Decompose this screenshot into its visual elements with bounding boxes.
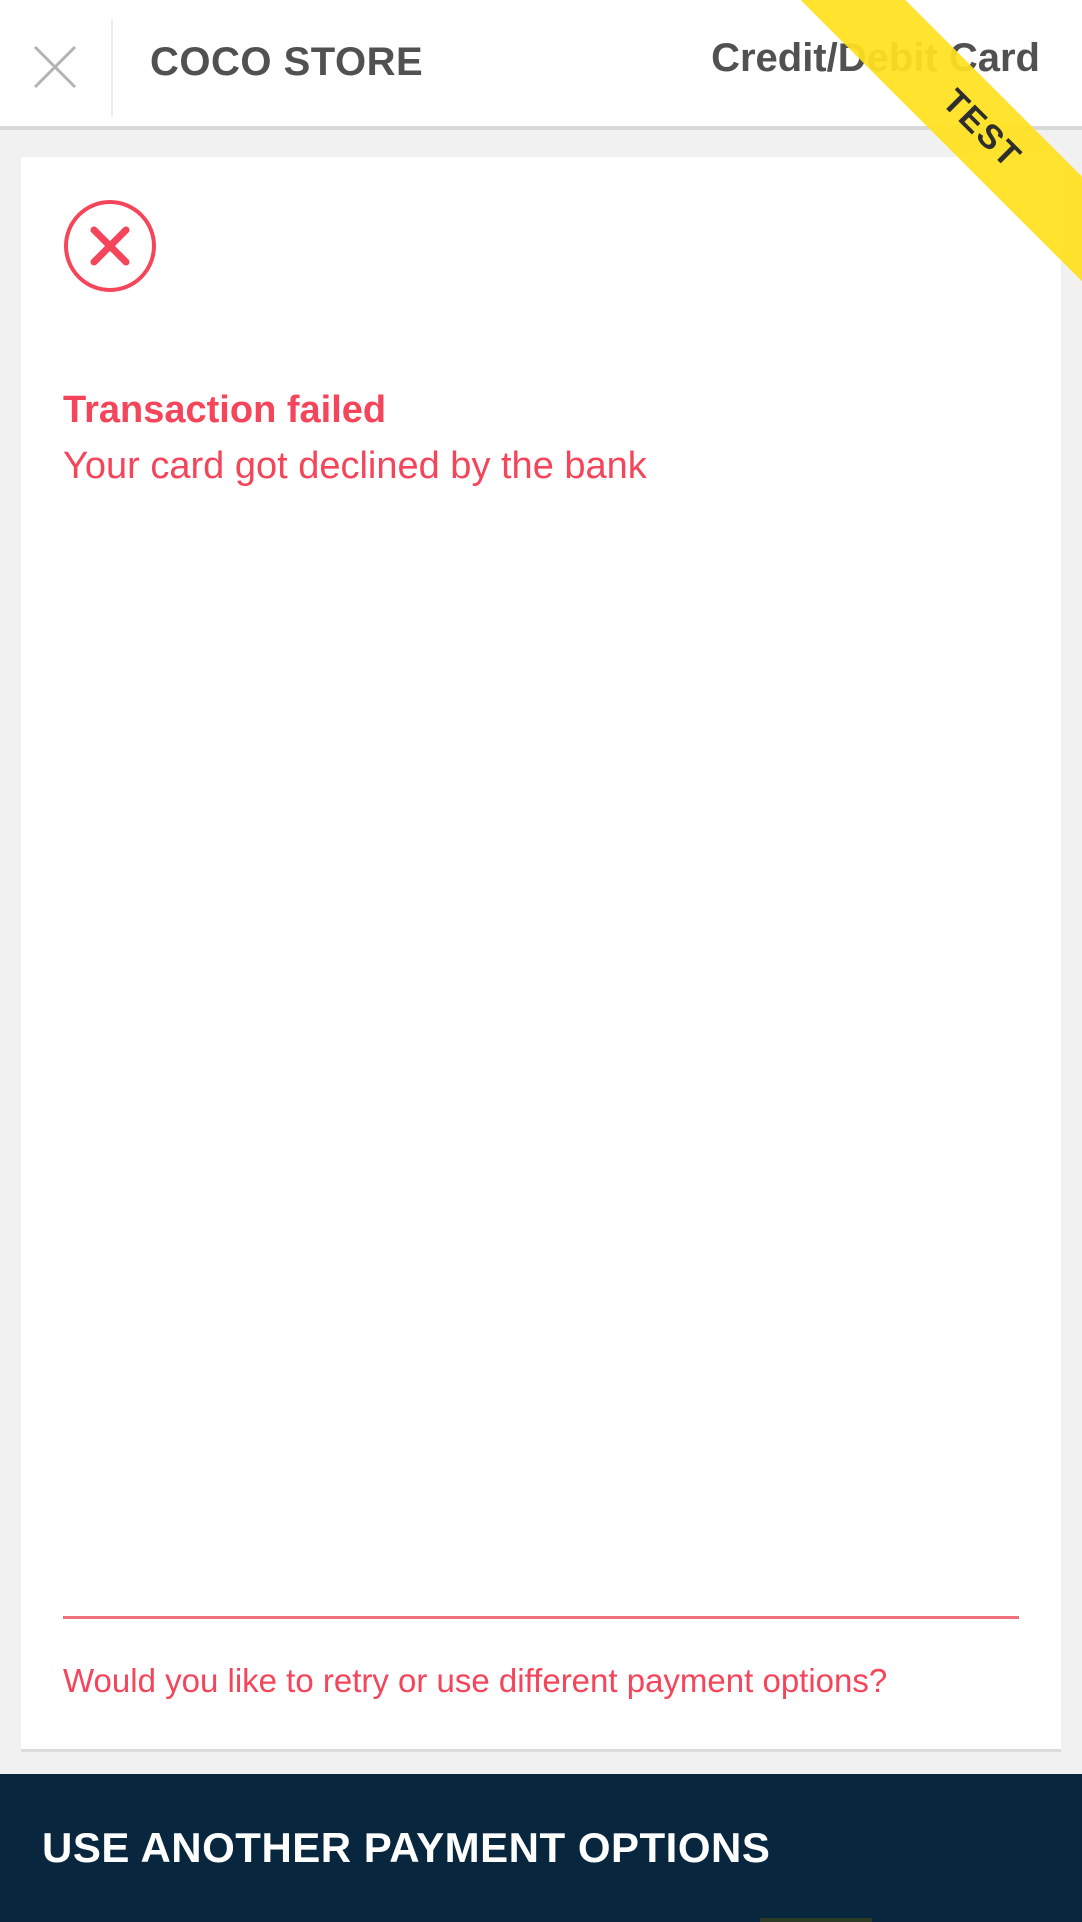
error-circle-x-icon — [64, 200, 156, 292]
close-icon[interactable] — [33, 45, 77, 89]
home-indicator — [760, 1918, 872, 1922]
status-title: Transaction failed — [63, 389, 387, 431]
store-name: COCO STORE — [150, 40, 424, 84]
payment-method-label: Credit/Debit Card — [711, 36, 1040, 80]
header-divider — [111, 20, 113, 116]
status-card: Transaction failed Your card got decline… — [21, 157, 1061, 1752]
use-another-payment-label: USE ANOTHER PAYMENT OPTIONS — [42, 1824, 771, 1871]
divider — [63, 1616, 1019, 1619]
status-message: Your card got declined by the bank — [63, 445, 647, 487]
header-bar: COCO STORE Credit/Debit Card — [0, 0, 1082, 130]
retry-prompt: Would you like to retry or use different… — [63, 1662, 888, 1699]
close-button[interactable] — [0, 0, 112, 130]
payment-status-page: COCO STORE Credit/Debit Card TEST Transa… — [0, 0, 1082, 1922]
use-another-payment-button[interactable]: USE ANOTHER PAYMENT OPTIONS — [0, 1774, 1082, 1922]
